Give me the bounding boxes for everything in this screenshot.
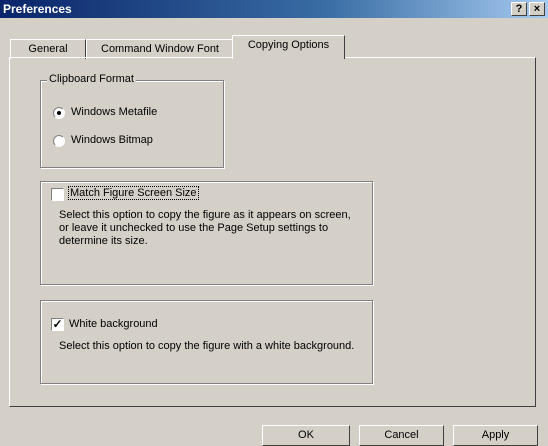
tab-command-window-font[interactable]: Command Window Font — [86, 39, 234, 59]
clipboard-format-group: Clipboard Format — [40, 73, 224, 168]
help-button[interactable]: ? — [511, 2, 527, 16]
windows-bitmap-label[interactable]: Windows Bitmap — [71, 134, 153, 146]
cancel-button[interactable]: Cancel — [359, 425, 444, 446]
radio-selected-dot — [57, 111, 61, 115]
window-title: Preferences — [3, 2, 72, 16]
tab-copying-options[interactable]: Copying Options — [232, 35, 345, 59]
white-background-checkbox[interactable]: ✓ — [51, 318, 64, 331]
apply-button[interactable]: Apply — [453, 425, 538, 446]
match-figure-label: Match Figure Screen Size — [68, 186, 199, 200]
match-figure-description: Select this option to copy the figure as… — [59, 209, 351, 247]
tab-general-label: General — [28, 43, 68, 55]
tab-panel: Clipboard Format Windows Metafile Window… — [9, 57, 536, 407]
tab-copying-options-label: Copying Options — [247, 39, 330, 51]
match-figure-checkbox[interactable] — [51, 188, 64, 201]
match-figure-label-wrap[interactable]: Match Figure Screen Size — [68, 186, 199, 200]
white-background-description: Select this option to copy the figure wi… — [59, 340, 355, 352]
title-bar: Preferences ? × — [0, 0, 548, 18]
ok-button[interactable]: OK — [262, 425, 350, 446]
tab-command-window-font-label: Command Window Font — [101, 43, 219, 55]
windows-metafile-radio[interactable] — [53, 107, 65, 119]
checkmark-icon: ✓ — [52, 317, 63, 331]
tab-general[interactable]: General — [10, 39, 86, 59]
windows-metafile-label[interactable]: Windows Metafile — [71, 106, 157, 118]
white-background-label[interactable]: White background — [69, 318, 158, 330]
close-button[interactable]: × — [529, 2, 545, 16]
clipboard-format-legend: Clipboard Format — [47, 73, 136, 85]
windows-bitmap-radio[interactable] — [53, 135, 65, 147]
